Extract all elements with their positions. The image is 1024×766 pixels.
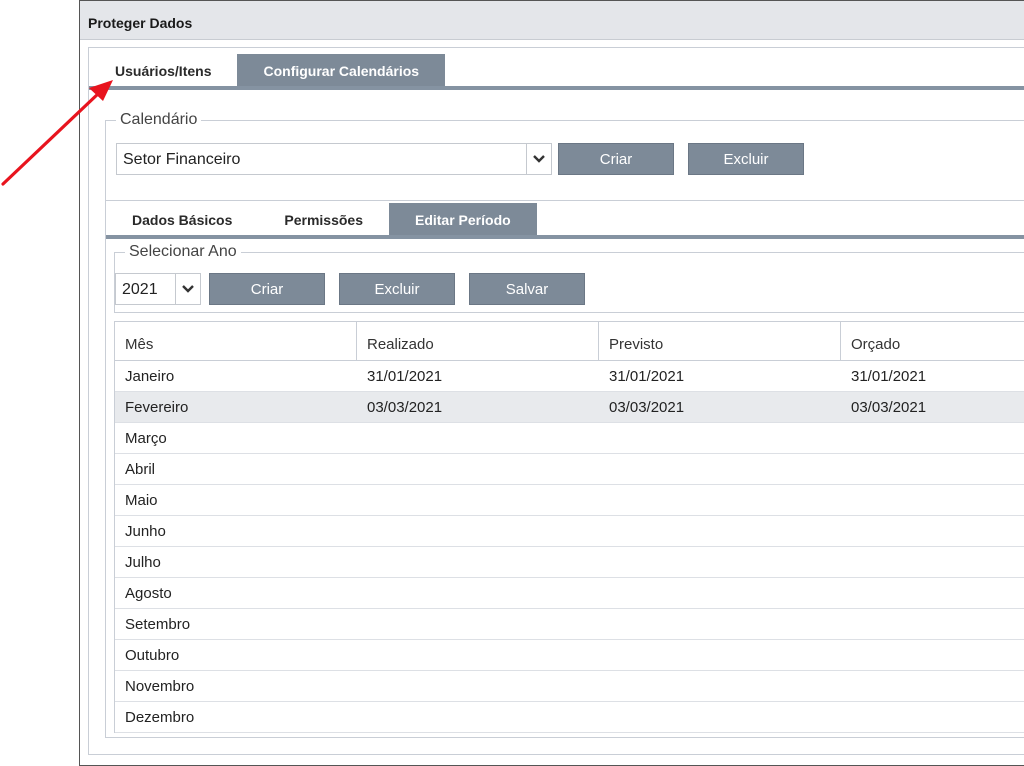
cell-month: Janeiro [125,368,175,385]
table-row[interactable]: Fevereiro 03/03/2021 03/03/2021 03/03/2021 [115,392,1024,423]
column-header-month[interactable]: Mês [115,322,357,360]
create-year-button[interactable]: Criar [209,273,325,305]
calendar-legend: Calendário [120,111,198,128]
calendar-select-value: Setor Financeiro [123,151,241,168]
cell-forecast[interactable] [599,609,841,639]
cell-forecast[interactable] [599,578,841,608]
cell-budgeted[interactable] [841,454,1024,484]
tab-underline [89,86,1024,90]
table-row[interactable]: Outubro [115,640,1024,671]
delete-year-button[interactable]: Excluir [339,273,455,305]
cell-forecast[interactable] [599,702,841,732]
cell-forecast[interactable] [599,547,841,577]
cell-forecast[interactable] [599,423,841,453]
column-header-realized[interactable]: Realizado [357,322,599,360]
cell-forecast[interactable]: 31/01/2021 [599,361,841,391]
cell-realized[interactable]: 31/01/2021 [357,361,599,391]
protect-data-window: Proteger Dados Usuários/Itens Configurar… [79,0,1024,766]
table-row[interactable]: Agosto [115,578,1024,609]
chevron-down-icon[interactable] [175,274,200,304]
cell-budgeted[interactable] [841,702,1024,732]
cell-budgeted[interactable] [841,640,1024,670]
column-header-budgeted[interactable]: Orçado [841,322,1024,360]
cell-budgeted[interactable] [841,671,1024,701]
grid-body: Janeiro 31/01/2021 31/01/2021 31/01/2021 Fev… [115,361,1024,733]
cell-realized[interactable] [357,578,599,608]
cell-realized[interactable] [357,485,599,515]
tab-basic-data[interactable]: Dados Básicos [106,203,258,235]
cell-forecast[interactable]: 03/03/2021 [599,392,841,422]
inner-tab-bar: Dados Básicos Permissões Editar Período [106,203,537,235]
table-row[interactable]: Janeiro 31/01/2021 31/01/2021 31/01/2021 [115,361,1024,392]
create-calendar-button[interactable]: Criar [558,143,674,175]
inner-tab-panel: Dados Básicos Permissões Editar Período … [105,200,1024,738]
cell-budgeted[interactable] [841,609,1024,639]
cell-realized[interactable] [357,671,599,701]
outer-tab-panel: Usuários/Itens Configurar Calendários Ca… [88,47,1024,755]
cell-budgeted[interactable] [841,547,1024,577]
year-legend: Selecionar Ano [129,243,237,260]
cell-forecast[interactable] [599,671,841,701]
cell-realized[interactable] [357,454,599,484]
cell-month: Fevereiro [125,399,189,416]
window-title: Proteger Dados [80,1,1024,40]
cell-budgeted[interactable]: 03/03/2021 [841,392,1024,422]
cell-budgeted[interactable] [841,516,1024,546]
table-row[interactable]: Abril [115,454,1024,485]
table-row[interactable]: Setembro [115,609,1024,640]
cell-month: Agosto [125,585,172,602]
table-row[interactable]: Maio [115,485,1024,516]
inner-tab-underline [106,235,1024,239]
cell-month: Maio [125,492,158,509]
cell-month: Junho [125,523,166,540]
tab-permissions[interactable]: Permissões [258,203,389,235]
table-row[interactable]: Dezembro [115,702,1024,733]
cell-month: Novembro [125,678,195,695]
year-group: Selecionar Ano 2021 Criar Excluir Salvar [114,243,1024,313]
cell-realized[interactable] [357,702,599,732]
cell-forecast[interactable] [599,516,841,546]
year-select-value: 2021 [122,281,158,298]
tab-users-items[interactable]: Usuários/Itens [89,54,237,86]
cell-forecast[interactable] [599,454,841,484]
cell-month: Outubro [125,647,180,664]
table-row[interactable]: Julho [115,547,1024,578]
cell-budgeted[interactable]: 31/01/2021 [841,361,1024,391]
cell-month: Dezembro [125,709,195,726]
table-row[interactable]: Novembro [115,671,1024,702]
save-year-button[interactable]: Salvar [469,273,585,305]
table-row[interactable]: Junho [115,516,1024,547]
cell-month: Abril [125,461,156,478]
grid-header: Mês Realizado Previsto Orçado [115,322,1024,361]
chevron-down-icon[interactable] [526,144,551,174]
cell-month: Março [125,430,167,447]
column-header-forecast[interactable]: Previsto [599,322,841,360]
cell-forecast[interactable] [599,485,841,515]
cell-month: Setembro [125,616,191,633]
delete-calendar-button[interactable]: Excluir [688,143,804,175]
cell-forecast[interactable] [599,640,841,670]
calendar-select[interactable]: Setor Financeiro [116,143,552,175]
cell-realized[interactable] [357,423,599,453]
period-grid: Mês Realizado Previsto Orçado Janeiro 31/… [114,321,1024,733]
cell-month: Julho [125,554,161,571]
cell-budgeted[interactable] [841,423,1024,453]
cell-realized[interactable] [357,609,599,639]
tab-edit-period[interactable]: Editar Período [388,203,537,235]
cell-realized[interactable] [357,516,599,546]
table-row[interactable]: Março [115,423,1024,454]
year-select[interactable]: 2021 [115,273,201,305]
tab-configure-calendars[interactable]: Configurar Calendários [237,54,446,86]
cell-budgeted[interactable] [841,578,1024,608]
cell-budgeted[interactable] [841,485,1024,515]
cell-realized[interactable]: 03/03/2021 [357,392,599,422]
outer-tab-bar: Usuários/Itens Configurar Calendários [89,54,446,86]
cell-realized[interactable] [357,547,599,577]
cell-realized[interactable] [357,640,599,670]
